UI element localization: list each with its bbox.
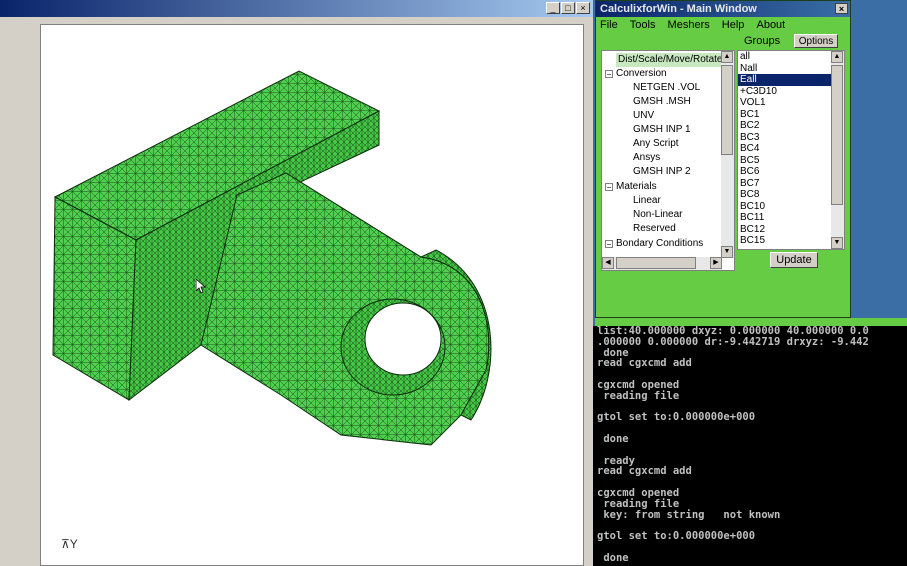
console-line: key: from string not known bbox=[597, 508, 781, 521]
mesh-viewer-window: _ □ × ⊼Y bbox=[0, 0, 593, 566]
menu-bar: File Tools Meshers Help About bbox=[596, 17, 850, 33]
tree-item[interactable]: Any Script bbox=[633, 137, 679, 151]
meshed-part-3d[interactable] bbox=[41, 25, 584, 566]
console-line: reading file bbox=[597, 497, 680, 510]
window-title: CalculixforWin - Main Window bbox=[600, 3, 757, 15]
scroll-thumb[interactable] bbox=[721, 65, 733, 155]
tree-item[interactable]: GMSH INP 2 bbox=[633, 165, 691, 179]
console-line: done bbox=[597, 551, 629, 564]
tree-item[interactable]: NETGEN .VOL bbox=[633, 81, 700, 95]
group-item-selected[interactable]: Eall bbox=[738, 74, 844, 86]
console-line: done bbox=[597, 432, 629, 445]
group-item[interactable]: Nall bbox=[738, 63, 844, 75]
console-line: gtol set to:0.000000e+000 bbox=[597, 411, 756, 424]
group-item[interactable]: BC7 bbox=[738, 178, 844, 190]
update-button[interactable]: Update bbox=[770, 252, 818, 268]
group-item[interactable]: BC5 bbox=[738, 155, 844, 167]
group-item[interactable]: BC15 bbox=[738, 235, 844, 247]
group-item[interactable]: BC11 bbox=[738, 212, 844, 224]
scroll-right-icon[interactable]: ▶ bbox=[710, 257, 722, 269]
menu-help[interactable]: Help bbox=[722, 19, 745, 31]
group-item[interactable]: BC8 bbox=[738, 189, 844, 201]
console-line: .000000 0.000000 dr:-9.442719 drxyz: -9.… bbox=[597, 335, 869, 348]
collapse-icon[interactable]: − bbox=[605, 240, 613, 249]
collapse-icon[interactable]: − bbox=[605, 70, 613, 79]
scroll-left-icon[interactable]: ◀ bbox=[602, 257, 614, 269]
scroll-down-icon[interactable]: ▼ bbox=[721, 246, 733, 258]
collapse-icon[interactable]: − bbox=[605, 183, 613, 192]
menu-tools[interactable]: Tools bbox=[630, 19, 656, 31]
tree-item[interactable]: Non-Linear bbox=[633, 208, 682, 222]
scroll-thumb[interactable] bbox=[616, 257, 696, 269]
close-button[interactable]: × bbox=[576, 2, 590, 14]
axis-triad: ⊼Y bbox=[61, 537, 78, 551]
window-titlebar[interactable]: CalculixforWin - Main Window × bbox=[596, 1, 850, 17]
console-line: gtol set to:0.000000e+000 bbox=[597, 530, 756, 543]
tree-node-materials[interactable]: − Materials bbox=[605, 180, 657, 194]
menu-file[interactable]: File bbox=[600, 19, 618, 31]
tree-item[interactable]: Ansys bbox=[633, 151, 660, 165]
groups-vertical-scrollbar[interactable]: ▲ ▼ bbox=[831, 51, 844, 249]
mouse-pointer-icon bbox=[196, 279, 206, 293]
group-item[interactable]: BC6 bbox=[738, 166, 844, 178]
console-line: read cgxcmd add bbox=[597, 357, 692, 370]
axis-y-label: Y bbox=[69, 537, 78, 551]
tree-vertical-scrollbar[interactable]: ▲ ▼ bbox=[721, 51, 734, 258]
menu-about[interactable]: About bbox=[756, 19, 785, 31]
menu-meshers[interactable]: Meshers bbox=[668, 19, 710, 31]
group-item[interactable]: BC3 bbox=[738, 132, 844, 144]
group-item[interactable]: BC12 bbox=[738, 224, 844, 236]
group-item[interactable]: VOL1 bbox=[738, 97, 844, 109]
mesh-canvas[interactable]: ⊼Y bbox=[40, 24, 584, 566]
tree-item-dist-scale[interactable]: Dist/Scale/Move/Rotate bbox=[616, 53, 725, 67]
axis-triad-icon: ⊼ bbox=[61, 537, 70, 551]
tree-item[interactable]: GMSH INP 1 bbox=[633, 123, 691, 137]
console-line: read cgxcmd add bbox=[597, 465, 692, 478]
viewer-titlebar[interactable]: _ □ × bbox=[0, 0, 593, 17]
tree-item[interactable]: Linear bbox=[633, 194, 661, 208]
group-item[interactable]: BC4 bbox=[738, 143, 844, 155]
window-border bbox=[595, 318, 907, 326]
tree-node-boundary-conditions[interactable]: − Bondary Conditions bbox=[605, 237, 703, 251]
tree-item[interactable]: Reserved bbox=[633, 222, 676, 236]
tree-horizontal-scrollbar[interactable]: ◀ ▶ bbox=[602, 257, 722, 270]
minimize-button[interactable]: _ bbox=[546, 2, 560, 14]
group-item[interactable]: BC10 bbox=[738, 201, 844, 213]
scroll-down-icon[interactable]: ▼ bbox=[831, 237, 843, 249]
scroll-up-icon[interactable]: ▲ bbox=[831, 51, 843, 63]
tree-item[interactable]: UNV bbox=[633, 109, 654, 123]
tree-item[interactable]: GMSH .MSH bbox=[633, 95, 691, 109]
console-output[interactable]: list:40.000000 dxyz: 0.000000 40.000000 … bbox=[593, 326, 907, 566]
groups-label: Groups bbox=[744, 35, 781, 47]
scroll-up-icon[interactable]: ▲ bbox=[721, 51, 733, 63]
command-tree[interactable]: Dist/Scale/Move/Rotate − Conversion NETGE… bbox=[601, 50, 735, 271]
group-item[interactable]: BC1 bbox=[738, 109, 844, 121]
options-button[interactable]: Options bbox=[794, 34, 838, 48]
groups-list[interactable]: all Nall Eall +C3D10 VOL1 BC1 BC2 BC3 BC… bbox=[737, 50, 845, 250]
calculix-main-window: CalculixforWin - Main Window × File Tool… bbox=[595, 0, 851, 318]
tree-node-conversion[interactable]: − Conversion bbox=[605, 67, 667, 81]
group-item[interactable]: +C3D10 bbox=[738, 86, 844, 98]
group-item[interactable]: BC2 bbox=[738, 120, 844, 132]
group-item[interactable]: all bbox=[738, 51, 844, 63]
maximize-button[interactable]: □ bbox=[561, 2, 575, 14]
scroll-thumb[interactable] bbox=[831, 65, 843, 205]
close-button[interactable]: × bbox=[835, 3, 848, 14]
console-line: reading file bbox=[597, 389, 680, 402]
